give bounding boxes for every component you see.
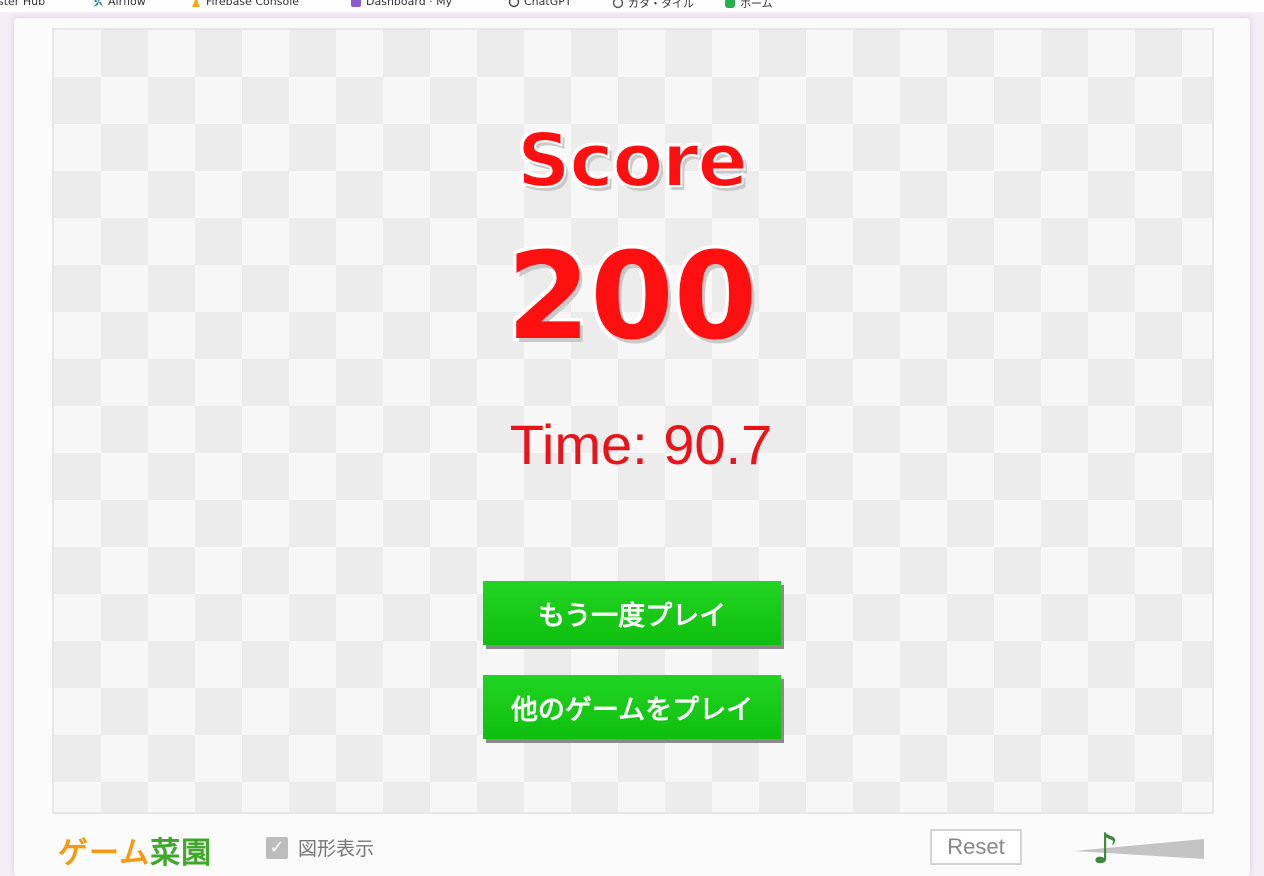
logo-text-game: ゲーム xyxy=(58,836,151,871)
bookmark-item[interactable]: Firebase Console xyxy=(190,0,299,8)
game-footer: ゲーム菜園 ✓ 図形表示 Reset ♪ xyxy=(52,820,1214,876)
bookmark-label: カタ・タイル xyxy=(628,0,694,10)
dashboard-icon xyxy=(351,0,361,7)
bookmark-item[interactable]: Airflow xyxy=(92,0,146,8)
checkbox[interactable]: ✓ xyxy=(266,836,288,859)
firebase-icon xyxy=(192,0,200,7)
home-icon xyxy=(725,0,735,8)
bookmark-label: ChatGPT xyxy=(524,0,572,8)
bookmark-item[interactable]: ChatGPT xyxy=(508,0,572,8)
bookmark-item[interactable]: ホーム xyxy=(724,0,773,11)
chatgpt-icon xyxy=(508,0,520,7)
score-value: 200 xyxy=(506,228,758,367)
bookmark-label: Firebase Console xyxy=(206,0,300,8)
airflow-icon xyxy=(93,0,103,7)
other-games-button[interactable]: 他のゲームをプレイ xyxy=(483,675,781,739)
app-icon xyxy=(612,0,624,9)
bookmark-item[interactable]: カタ・タイル xyxy=(612,0,694,11)
checkbox-label: 図形表示 xyxy=(298,838,375,860)
bookmark-label: Dashboard · My xyxy=(366,0,453,8)
bookmark-label: Airflow xyxy=(108,0,146,8)
bookmark-label: ホーム xyxy=(740,0,773,10)
music-note-icon[interactable]: ♪ xyxy=(1092,828,1119,870)
reset-button[interactable]: Reset xyxy=(930,829,1022,865)
bookmark-item[interactable]: ster Hub xyxy=(0,0,45,8)
logo-text-saien: 菜園 xyxy=(150,836,213,871)
game-saien-logo[interactable]: ゲーム菜園 xyxy=(58,828,212,872)
checkmark-icon: ✓ xyxy=(269,836,285,858)
bookmarks-bar: ster Hub Airflow Firebase Console Dashbo… xyxy=(0,0,1264,12)
time-display: Time: 90.7 xyxy=(509,413,773,476)
bookmark-item[interactable]: Dashboard · My xyxy=(350,0,452,8)
play-again-button[interactable]: もう一度プレイ xyxy=(483,581,781,645)
shape-display-toggle[interactable]: ✓ 図形表示 xyxy=(266,834,374,861)
bookmark-label: ster Hub xyxy=(0,0,46,8)
score-label: Score xyxy=(516,117,749,205)
